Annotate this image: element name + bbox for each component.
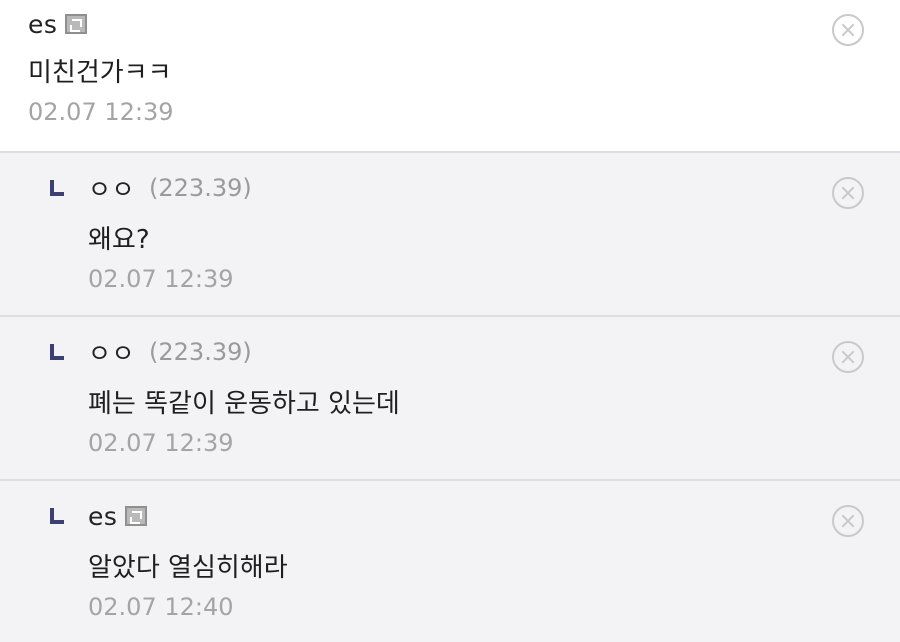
comment-text: 미친건가ㅋㅋ (28, 58, 172, 88)
comment-author-ip: (223.39) (149, 174, 252, 202)
comment-time: 02.07 12:39 (28, 98, 174, 126)
delete-comment-button[interactable] (832, 177, 864, 209)
delete-comment-button[interactable] (832, 341, 864, 373)
comment-author-ip: (223.39) (149, 338, 252, 366)
reply-arrow-icon (48, 180, 64, 196)
comment-author-line: es (48, 499, 148, 533)
reply-arrow-icon (48, 344, 64, 360)
comment-author[interactable]: es (88, 502, 117, 531)
comment-author-line: ㅇㅇ (223.39) (48, 171, 252, 205)
comment-author[interactable]: ㅇㅇ (88, 170, 135, 206)
reply-item: ㅇㅇ (223.39) 왜요? 02.07 12:39 (0, 153, 900, 317)
comment-time: 02.07 12:39 (88, 429, 234, 457)
comment-author[interactable]: es (28, 10, 57, 39)
comment-time: 02.07 12:39 (88, 265, 234, 293)
comment-author-line: ㅇㅇ (223.39) (48, 335, 252, 369)
reply-arrow-icon (48, 508, 64, 524)
comment-author-line: es (28, 8, 88, 40)
delete-comment-button[interactable] (832, 505, 864, 537)
fixed-nick-icon (125, 506, 148, 526)
delete-comment-button[interactable] (832, 14, 864, 46)
comment-list: es 미친건가ㅋㅋ 02.07 12:39 ㅇㅇ (223.39) 왜요? 02… (0, 0, 900, 642)
reply-item: ㅇㅇ (223.39) 폐는 똑같이 운동하고 있는데 02.07 12:39 (0, 317, 900, 481)
comment-author[interactable]: ㅇㅇ (88, 334, 135, 370)
reply-item: es 알았다 열심히해라 02.07 12:40 (0, 481, 900, 642)
comment-text: 폐는 똑같이 운동하고 있는데 (88, 389, 400, 419)
comment-time: 02.07 12:40 (88, 593, 234, 621)
comment-text: 알았다 열심히해라 (88, 553, 288, 583)
comment-item: es 미친건가ㅋㅋ 02.07 12:39 (0, 0, 900, 153)
fixed-nick-icon (65, 14, 88, 34)
comment-text: 왜요? (88, 225, 150, 255)
